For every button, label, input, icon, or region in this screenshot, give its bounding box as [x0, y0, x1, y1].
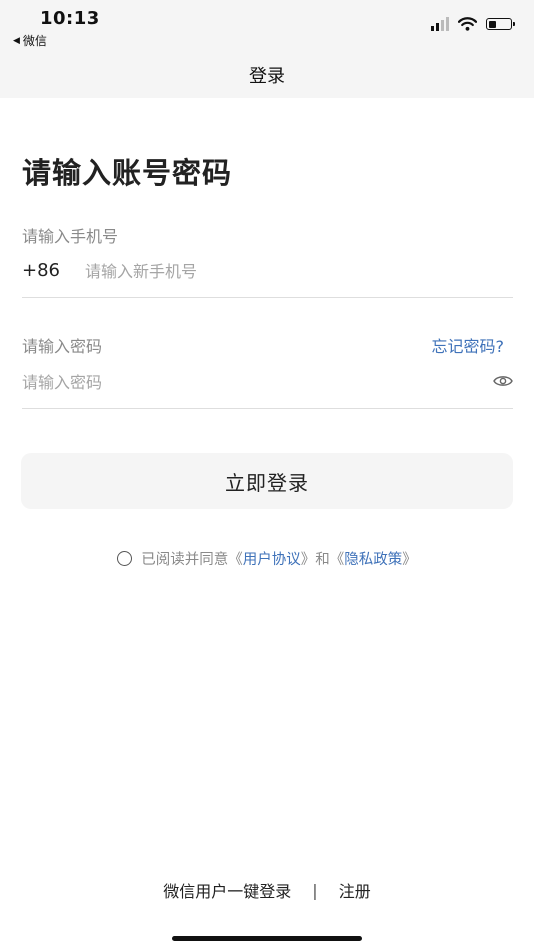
agreement-suffix: 》	[402, 552, 417, 568]
privacy-policy-link[interactable]: 隐私政策	[344, 548, 402, 569]
password-divider	[22, 408, 513, 409]
register-link[interactable]: 注册	[339, 878, 371, 902]
phone-divider	[22, 297, 513, 298]
home-indicator[interactable]	[172, 936, 362, 941]
agreement-row: 已阅读并同意《 用户协议 》和《 隐私政策》	[0, 548, 534, 569]
eye-icon[interactable]	[493, 374, 513, 388]
top-bar: 10:13 ◀ 微信 登录	[0, 0, 534, 98]
battery-fill	[488, 20, 497, 28]
country-code-prefix[interactable]: +86	[22, 260, 60, 281]
back-arrow-icon: ◀	[13, 35, 20, 46]
cellular-signal-icon	[431, 17, 449, 31]
login-button[interactable]: 立即登录	[21, 453, 513, 509]
wechat-login-link[interactable]: 微信用户一键登录	[163, 878, 291, 902]
status-time: 10:13	[40, 8, 100, 29]
back-app-label: 微信	[22, 34, 47, 48]
forgot-password-link[interactable]: 忘记密码?	[432, 333, 505, 357]
user-agreement-link[interactable]: 用户协议	[243, 548, 301, 569]
battery-icon	[486, 18, 515, 30]
password-input[interactable]	[22, 370, 472, 394]
agreement-prefix: 已阅读并同意《	[141, 552, 243, 568]
phone-input[interactable]	[85, 259, 485, 283]
page-title: 登录	[249, 66, 285, 87]
status-icons	[431, 17, 515, 31]
form-heading: 请输入账号密码	[22, 156, 233, 190]
password-label: 请输入密码	[22, 337, 103, 356]
wifi-icon	[458, 17, 477, 31]
phone-label: 请输入手机号	[22, 227, 119, 246]
agreement-middle: 》和《	[300, 552, 345, 568]
footer-separator: |	[312, 880, 318, 900]
agreement-checkbox[interactable]	[117, 551, 133, 566]
footer-links: 微信用户一键登录 | 注册	[0, 878, 534, 902]
back-to-app-link[interactable]: ◀ 微信	[13, 32, 47, 49]
